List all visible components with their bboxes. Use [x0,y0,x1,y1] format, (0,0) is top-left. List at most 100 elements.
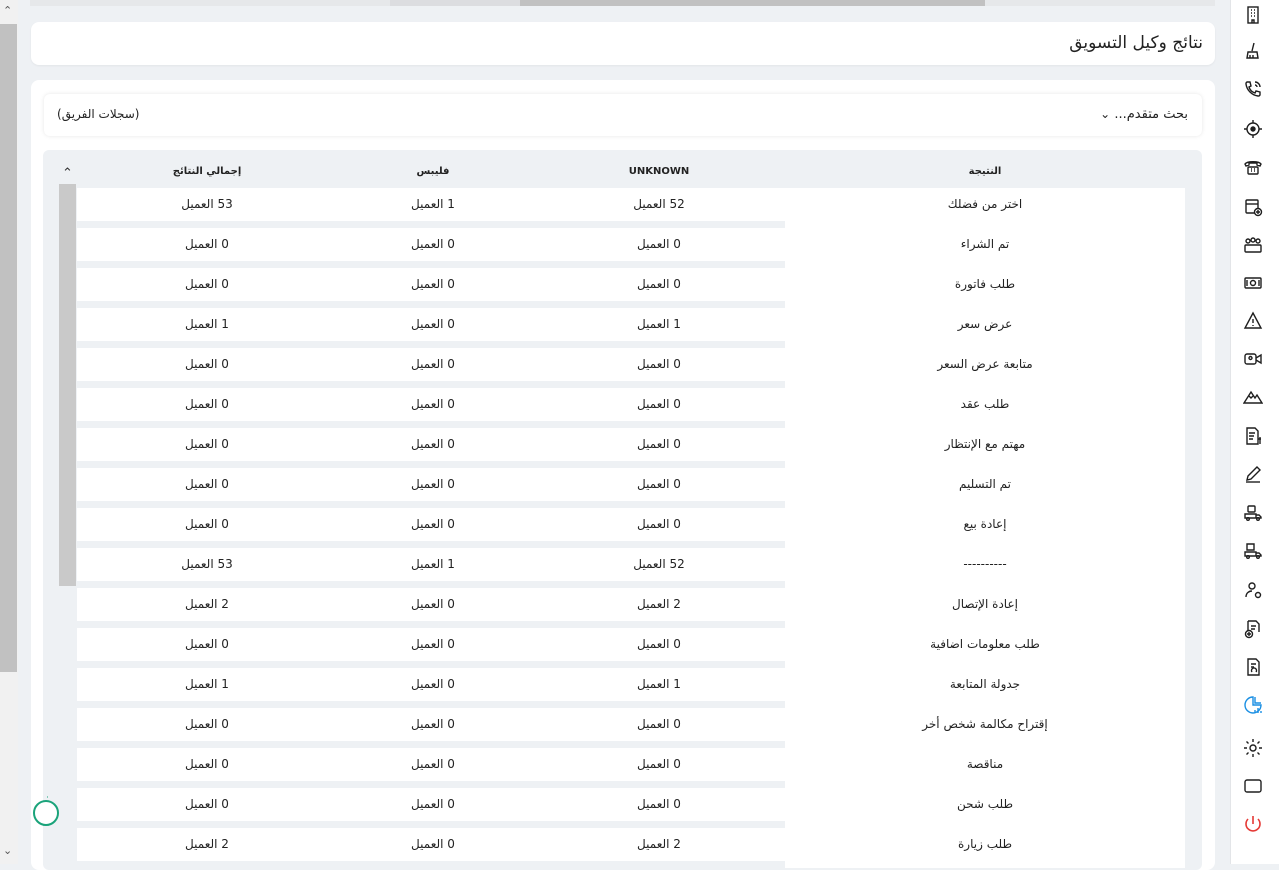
advanced-search-toggle[interactable]: بحث متقدم... ⌄ [1094,107,1188,122]
warning-icon[interactable] [1243,311,1267,335]
table-scrollbar-thumb[interactable] [59,184,76,586]
cell-result: إعادة الإتصال [952,597,1018,611]
invoice-icon[interactable] [1243,426,1267,450]
phone-call-icon[interactable] [1243,79,1267,103]
target-icon[interactable] [1243,119,1267,143]
scroll-up-icon[interactable]: ⌃ [3,4,12,17]
cell-total: 0 العميل [185,477,229,491]
table-row[interactable]: جدولة المتابعة 1 العميل 0 العميل 1 العميل [77,668,1185,708]
scrollbar-thumb[interactable] [0,24,17,672]
team-icon[interactable] [1243,235,1267,259]
cell-total: 0 العميل [185,637,229,651]
page-scrollbar[interactable]: ⌃ ⌄ [0,0,18,864]
table-header: النتيجة UNKNOWN فليبس إجمالي النتائج [77,166,1185,188]
cell-result: طلب زيارة [958,837,1012,851]
header-unknown[interactable]: UNKNOWN [543,166,775,177]
cell-philips: 0 العميل [411,677,455,691]
cell-unknown: 0 العميل [637,637,681,651]
document-add-icon[interactable] [1243,619,1267,643]
header-philips[interactable]: فليبس [317,166,549,177]
cell-result: مهتم مع الإنتظار [944,437,1026,451]
cell-unknown: 0 العميل [637,397,681,411]
team-records-label: (سجلات الفريق) [57,107,140,121]
document-refresh-icon[interactable] [1243,657,1267,681]
table-row[interactable]: طلب عقد 0 العميل 0 العميل 0 العميل [77,388,1185,428]
telephone-icon[interactable] [1243,157,1267,181]
table-row[interactable]: طلب معلومات اضافية 0 العميل 0 العميل 0 العم… [77,628,1185,668]
cell-philips: 0 العميل [411,357,455,371]
table-row[interactable]: اختر من فضلك 52 العميل 1 العميل 53 العميل [77,188,1185,228]
delivery-truck-icon[interactable] [1243,503,1267,527]
chat-indicator-icon: ˙ [45,796,50,807]
table-row[interactable]: ---------- 52 العميل 1 العميل 53 العميل [77,548,1185,588]
cell-result: طلب شحن [956,797,1014,811]
cell-unknown: 1 العميل [637,317,681,331]
cell-philips: 0 العميل [411,237,455,251]
cell-result: تم الشراء [960,237,1010,251]
chat-widget-button[interactable]: ˙ [33,796,59,826]
settings-icon[interactable] [1243,738,1267,762]
cell-result: طلب معلومات اضافية [930,637,1040,651]
cell-unknown: 2 العميل [637,837,681,851]
table-row[interactable]: طلب فاتورة 0 العميل 0 العميل 0 العميل [77,268,1185,308]
package-truck-icon[interactable] [1243,541,1267,565]
cell-result: مناقصة [966,757,1004,771]
table-row[interactable]: طلب شحن 0 العميل 0 العميل 0 العميل [77,788,1185,828]
card-add-icon[interactable] [1243,197,1267,221]
cell-unknown: 0 العميل [637,277,681,291]
pen-icon[interactable] [1243,464,1267,488]
table-row[interactable]: عرض سعر 1 العميل 0 العميل 1 العميل [77,308,1185,348]
cell-total: 53 العميل [181,197,233,211]
cell-total: 0 العميل [185,797,229,811]
table-row[interactable]: إقتراح مكالمة شخص أخر 0 العميل 0 العميل 0 ا… [77,708,1185,748]
money-icon[interactable] [1243,273,1267,297]
page-title: نتائج وكيل التسويق [1069,33,1203,53]
cell-unknown: 0 العميل [637,797,681,811]
icon-sidebar [1230,0,1279,864]
cell-philips: 0 العميل [411,437,455,451]
header-result[interactable]: النتيجة [785,166,1185,177]
cell-total: 0 العميل [185,277,229,291]
cleaning-icon[interactable] [1243,41,1267,65]
scroll-down-icon[interactable]: ⌄ [3,844,12,857]
cell-result: متابعة عرض السعر [937,357,1033,371]
cell-unknown: 0 العميل [637,717,681,731]
horizontal-scroll-thumb[interactable] [520,0,985,6]
cell-total: 0 العميل [185,237,229,251]
table-row[interactable]: مهتم مع الإنتظار 0 العميل 0 العميل 0 العميل [77,428,1185,468]
user-settings-icon[interactable] [1243,580,1267,604]
cell-result: طلب فاتورة [954,277,1016,291]
window-icon[interactable] [1243,776,1267,800]
power-icon[interactable] [1243,814,1267,838]
cell-philips: 0 العميل [411,717,455,731]
table-row[interactable]: إعادة بيع 0 العميل 0 العميل 0 العميل [77,508,1185,548]
cell-total: 0 العميل [185,517,229,531]
cell-unknown: 0 العميل [637,437,681,451]
horizontal-scrollbar[interactable] [30,0,1215,6]
report-chart-icon[interactable] [1243,695,1267,719]
cell-unknown: 1 العميل [637,677,681,691]
cell-result: عرض سعر [957,317,1013,331]
mountain-icon[interactable] [1242,387,1267,411]
cell-philips: 0 العميل [411,397,455,411]
advanced-search-label: بحث متقدم... [1114,107,1188,122]
video-call-icon[interactable] [1243,349,1267,373]
cell-unknown: 2 العميل [637,597,681,611]
header-total[interactable]: إجمالي النتائج [97,166,317,177]
table-row[interactable]: متابعة عرض السعر 0 العميل 0 العميل 0 العميل [77,348,1185,388]
cell-result: طلب عقد [960,397,1010,411]
table-scrollbar[interactable]: ⌃ [59,166,76,870]
cell-total: 1 العميل [185,677,229,691]
table-row[interactable]: مناقصة 0 العميل 0 العميل 0 العميل [77,748,1185,788]
table-row[interactable]: إعادة الإتصال 2 العميل 0 العميل 2 العميل [77,588,1185,628]
table-row[interactable]: طلب زيارة 2 العميل 0 العميل 2 العميل [77,828,1185,868]
cell-philips: 0 العميل [411,757,455,771]
cell-total: 0 العميل [185,757,229,771]
cell-unknown: 52 العميل [633,557,685,571]
building-icon[interactable] [1243,5,1267,29]
cell-result: تم التسليم [958,477,1012,491]
cell-total: 0 العميل [185,437,229,451]
table-row[interactable]: تم الشراء 0 العميل 0 العميل 0 العميل [77,228,1185,268]
table-row[interactable]: تم التسليم 0 العميل 0 العميل 0 العميل [77,468,1185,508]
chevron-up-icon[interactable]: ⌃ [62,166,73,181]
